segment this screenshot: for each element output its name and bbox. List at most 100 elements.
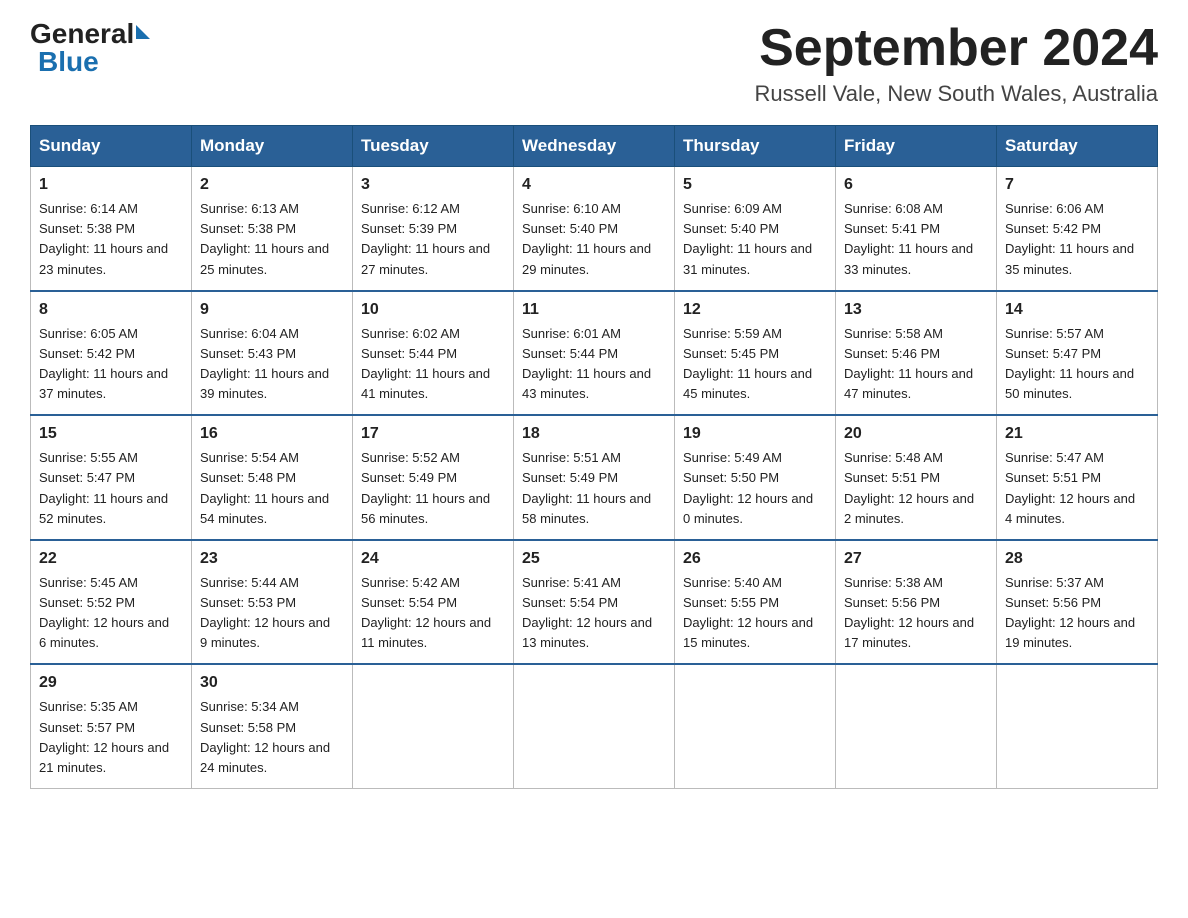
calendar-day-cell: 26Sunrise: 5:40 AMSunset: 5:55 PMDayligh…: [675, 540, 836, 665]
weekday-header-tuesday: Tuesday: [353, 126, 514, 167]
calendar-day-cell: 12Sunrise: 5:59 AMSunset: 5:45 PMDayligh…: [675, 291, 836, 416]
day-info: Sunrise: 5:38 AMSunset: 5:56 PMDaylight:…: [844, 573, 988, 654]
day-number: 1: [39, 173, 183, 197]
calendar-week-row: 22Sunrise: 5:45 AMSunset: 5:52 PMDayligh…: [31, 540, 1158, 665]
day-info: Sunrise: 6:01 AMSunset: 5:44 PMDaylight:…: [522, 324, 666, 405]
day-info: Sunrise: 5:52 AMSunset: 5:49 PMDaylight:…: [361, 448, 505, 529]
day-info: Sunrise: 5:58 AMSunset: 5:46 PMDaylight:…: [844, 324, 988, 405]
calendar-week-row: 29Sunrise: 5:35 AMSunset: 5:57 PMDayligh…: [31, 664, 1158, 788]
day-info: Sunrise: 5:48 AMSunset: 5:51 PMDaylight:…: [844, 448, 988, 529]
day-info: Sunrise: 5:45 AMSunset: 5:52 PMDaylight:…: [39, 573, 183, 654]
day-info: Sunrise: 5:44 AMSunset: 5:53 PMDaylight:…: [200, 573, 344, 654]
day-info: Sunrise: 5:51 AMSunset: 5:49 PMDaylight:…: [522, 448, 666, 529]
day-number: 8: [39, 298, 183, 322]
day-number: 19: [683, 422, 827, 446]
calendar-day-cell: 3Sunrise: 6:12 AMSunset: 5:39 PMDaylight…: [353, 167, 514, 291]
day-info: Sunrise: 5:54 AMSunset: 5:48 PMDaylight:…: [200, 448, 344, 529]
day-info: Sunrise: 5:59 AMSunset: 5:45 PMDaylight:…: [683, 324, 827, 405]
calendar-day-cell: 22Sunrise: 5:45 AMSunset: 5:52 PMDayligh…: [31, 540, 192, 665]
calendar-day-cell: 15Sunrise: 5:55 AMSunset: 5:47 PMDayligh…: [31, 415, 192, 540]
calendar-day-cell: 21Sunrise: 5:47 AMSunset: 5:51 PMDayligh…: [997, 415, 1158, 540]
page-header: General Blue September 2024 Russell Vale…: [30, 20, 1158, 107]
day-info: Sunrise: 6:10 AMSunset: 5:40 PMDaylight:…: [522, 199, 666, 280]
calendar-week-row: 8Sunrise: 6:05 AMSunset: 5:42 PMDaylight…: [31, 291, 1158, 416]
weekday-header-friday: Friday: [836, 126, 997, 167]
day-number: 17: [361, 422, 505, 446]
day-number: 5: [683, 173, 827, 197]
day-info: Sunrise: 5:35 AMSunset: 5:57 PMDaylight:…: [39, 697, 183, 778]
calendar-day-cell: 16Sunrise: 5:54 AMSunset: 5:48 PMDayligh…: [192, 415, 353, 540]
calendar-day-cell: 11Sunrise: 6:01 AMSunset: 5:44 PMDayligh…: [514, 291, 675, 416]
calendar-day-cell: 23Sunrise: 5:44 AMSunset: 5:53 PMDayligh…: [192, 540, 353, 665]
day-info: Sunrise: 5:42 AMSunset: 5:54 PMDaylight:…: [361, 573, 505, 654]
day-info: Sunrise: 5:47 AMSunset: 5:51 PMDaylight:…: [1005, 448, 1149, 529]
day-number: 27: [844, 547, 988, 571]
day-number: 4: [522, 173, 666, 197]
calendar-table: SundayMondayTuesdayWednesdayThursdayFrid…: [30, 125, 1158, 789]
day-number: 6: [844, 173, 988, 197]
calendar-day-cell: 1Sunrise: 6:14 AMSunset: 5:38 PMDaylight…: [31, 167, 192, 291]
day-info: Sunrise: 6:12 AMSunset: 5:39 PMDaylight:…: [361, 199, 505, 280]
calendar-day-cell: 20Sunrise: 5:48 AMSunset: 5:51 PMDayligh…: [836, 415, 997, 540]
day-number: 15: [39, 422, 183, 446]
day-info: Sunrise: 5:41 AMSunset: 5:54 PMDaylight:…: [522, 573, 666, 654]
day-number: 14: [1005, 298, 1149, 322]
day-info: Sunrise: 5:55 AMSunset: 5:47 PMDaylight:…: [39, 448, 183, 529]
calendar-day-cell: 13Sunrise: 5:58 AMSunset: 5:46 PMDayligh…: [836, 291, 997, 416]
calendar-day-cell: 8Sunrise: 6:05 AMSunset: 5:42 PMDaylight…: [31, 291, 192, 416]
page-subtitle: Russell Vale, New South Wales, Australia: [754, 81, 1158, 107]
calendar-day-cell: 18Sunrise: 5:51 AMSunset: 5:49 PMDayligh…: [514, 415, 675, 540]
day-number: 3: [361, 173, 505, 197]
day-info: Sunrise: 6:06 AMSunset: 5:42 PMDaylight:…: [1005, 199, 1149, 280]
day-number: 30: [200, 671, 344, 695]
calendar-day-cell: 17Sunrise: 5:52 AMSunset: 5:49 PMDayligh…: [353, 415, 514, 540]
calendar-day-cell: 6Sunrise: 6:08 AMSunset: 5:41 PMDaylight…: [836, 167, 997, 291]
day-number: 13: [844, 298, 988, 322]
day-info: Sunrise: 6:08 AMSunset: 5:41 PMDaylight:…: [844, 199, 988, 280]
logo: General Blue: [30, 20, 150, 76]
day-number: 12: [683, 298, 827, 322]
day-info: Sunrise: 5:57 AMSunset: 5:47 PMDaylight:…: [1005, 324, 1149, 405]
weekday-header-saturday: Saturday: [997, 126, 1158, 167]
day-number: 7: [1005, 173, 1149, 197]
calendar-day-cell: 27Sunrise: 5:38 AMSunset: 5:56 PMDayligh…: [836, 540, 997, 665]
calendar-day-cell: 9Sunrise: 6:04 AMSunset: 5:43 PMDaylight…: [192, 291, 353, 416]
day-number: 11: [522, 298, 666, 322]
calendar-day-cell: 2Sunrise: 6:13 AMSunset: 5:38 PMDaylight…: [192, 167, 353, 291]
day-number: 25: [522, 547, 666, 571]
calendar-day-cell: [514, 664, 675, 788]
weekday-header-wednesday: Wednesday: [514, 126, 675, 167]
day-number: 22: [39, 547, 183, 571]
day-number: 20: [844, 422, 988, 446]
day-number: 24: [361, 547, 505, 571]
calendar-day-cell: 5Sunrise: 6:09 AMSunset: 5:40 PMDaylight…: [675, 167, 836, 291]
calendar-day-cell: [997, 664, 1158, 788]
calendar-day-cell: 24Sunrise: 5:42 AMSunset: 5:54 PMDayligh…: [353, 540, 514, 665]
logo-triangle-icon: [136, 25, 150, 39]
calendar-day-cell: 30Sunrise: 5:34 AMSunset: 5:58 PMDayligh…: [192, 664, 353, 788]
calendar-week-row: 1Sunrise: 6:14 AMSunset: 5:38 PMDaylight…: [31, 167, 1158, 291]
day-number: 9: [200, 298, 344, 322]
calendar-day-cell: [836, 664, 997, 788]
day-info: Sunrise: 5:37 AMSunset: 5:56 PMDaylight:…: [1005, 573, 1149, 654]
day-number: 10: [361, 298, 505, 322]
calendar-day-cell: 10Sunrise: 6:02 AMSunset: 5:44 PMDayligh…: [353, 291, 514, 416]
calendar-day-cell: [353, 664, 514, 788]
title-block: September 2024 Russell Vale, New South W…: [754, 20, 1158, 107]
day-info: Sunrise: 6:02 AMSunset: 5:44 PMDaylight:…: [361, 324, 505, 405]
calendar-header-row: SundayMondayTuesdayWednesdayThursdayFrid…: [31, 126, 1158, 167]
day-info: Sunrise: 5:49 AMSunset: 5:50 PMDaylight:…: [683, 448, 827, 529]
weekday-header-sunday: Sunday: [31, 126, 192, 167]
logo-blue: Blue: [38, 48, 99, 76]
weekday-header-thursday: Thursday: [675, 126, 836, 167]
day-info: Sunrise: 5:34 AMSunset: 5:58 PMDaylight:…: [200, 697, 344, 778]
calendar-day-cell: 28Sunrise: 5:37 AMSunset: 5:56 PMDayligh…: [997, 540, 1158, 665]
logo-general: General: [30, 20, 134, 48]
day-info: Sunrise: 6:04 AMSunset: 5:43 PMDaylight:…: [200, 324, 344, 405]
day-number: 21: [1005, 422, 1149, 446]
calendar-day-cell: 25Sunrise: 5:41 AMSunset: 5:54 PMDayligh…: [514, 540, 675, 665]
day-number: 18: [522, 422, 666, 446]
day-number: 26: [683, 547, 827, 571]
calendar-day-cell: 14Sunrise: 5:57 AMSunset: 5:47 PMDayligh…: [997, 291, 1158, 416]
weekday-header-monday: Monday: [192, 126, 353, 167]
